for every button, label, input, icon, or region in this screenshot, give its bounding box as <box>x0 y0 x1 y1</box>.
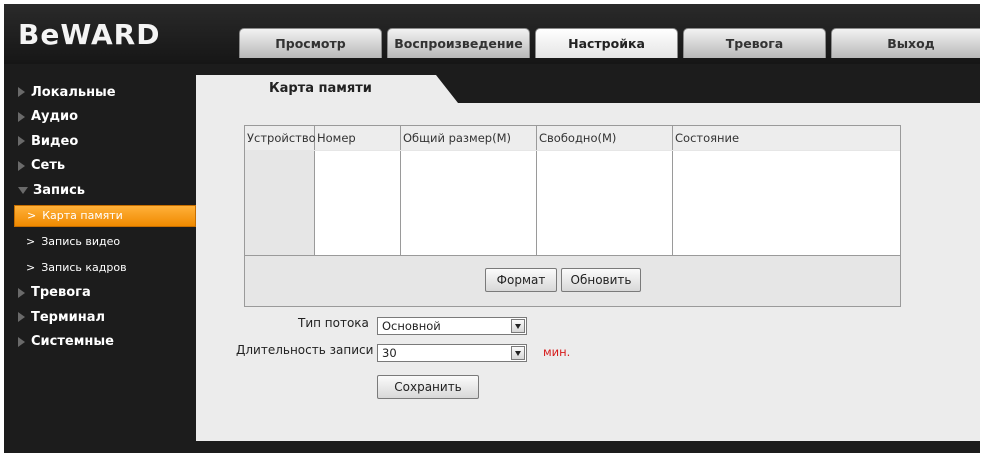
dropdown-arrow-icon[interactable] <box>511 319 525 333</box>
beward-logo: BeWARD <box>18 18 161 51</box>
table-header-row: Устройство Номер Общий размер(M) Свободн… <box>245 126 900 150</box>
sidebar-item-label: Терминал <box>31 309 106 325</box>
sidebar-subitem-label: Запись видео <box>41 235 121 248</box>
sidebar-subitem-label: Карта памяти <box>42 209 123 222</box>
table-cell-device <box>245 151 315 255</box>
chevron-right-icon: > <box>27 209 37 222</box>
sidebar: Локальные Аудио Видео Сеть Запись > Карт… <box>4 72 196 453</box>
record-duration-value: 30 <box>382 346 397 360</box>
sidebar-item-local[interactable]: Локальные <box>4 80 196 105</box>
table-cell-free <box>537 151 673 255</box>
stream-type-label: Тип потока <box>298 316 369 330</box>
chevron-right-icon: > <box>26 235 36 248</box>
column-header-total-size: Общий размер(M) <box>401 126 537 150</box>
sidebar-item-audio[interactable]: Аудио <box>4 105 196 130</box>
page-title-tab: Карта памяти <box>196 75 458 103</box>
table-body <box>245 151 900 256</box>
chevron-right-icon: > <box>26 261 36 274</box>
sidebar-item-alarm[interactable]: Тревога <box>4 281 196 306</box>
sidebar-item-label: Запись <box>33 182 86 198</box>
collapsed-arrow-icon <box>18 287 25 298</box>
stream-type-value: Основной <box>382 319 441 333</box>
column-header-number: Номер <box>315 126 401 150</box>
page-title: Карта памяти <box>269 81 372 96</box>
dropdown-arrow-icon[interactable] <box>511 346 525 360</box>
format-button[interactable]: Формат <box>485 268 557 292</box>
collapsed-arrow-icon <box>18 87 25 98</box>
record-duration-label: Длительность записи <box>236 343 374 357</box>
refresh-button[interactable]: Обновить <box>561 268 641 292</box>
table-cell-status <box>673 151 900 255</box>
sidebar-subitem-video-record[interactable]: > Запись видео <box>4 229 196 255</box>
collapsed-arrow-icon <box>18 111 25 122</box>
header: BeWARD Просмотр Воспроизведение Настройк… <box>4 4 980 64</box>
memory-card-table: Устройство Номер Общий размер(M) Свободн… <box>244 125 901 307</box>
tab-settings[interactable]: Настройка <box>535 28 678 58</box>
table-cell-number <box>315 151 401 255</box>
sidebar-item-system[interactable]: Системные <box>4 330 196 355</box>
column-header-free: Свободно(M) <box>537 126 673 150</box>
tab-playback[interactable]: Воспроизведение <box>387 28 530 58</box>
sidebar-item-network[interactable]: Сеть <box>4 154 196 179</box>
sidebar-item-label: Видео <box>31 133 79 149</box>
sidebar-subitem-memory-card[interactable]: > Карта памяти <box>14 204 196 227</box>
collapsed-arrow-icon <box>18 160 25 171</box>
record-duration-select[interactable]: 30 <box>377 344 527 362</box>
table-cell-total-size <box>401 151 537 255</box>
sidebar-item-label: Локальные <box>31 84 116 100</box>
sidebar-item-label: Системные <box>31 334 114 350</box>
sidebar-item-terminal[interactable]: Терминал <box>4 305 196 330</box>
sidebar-item-label: Тревога <box>31 285 91 301</box>
sidebar-item-video[interactable]: Видео <box>4 129 196 154</box>
collapsed-arrow-icon <box>18 312 25 323</box>
column-header-device: Устройство <box>245 126 316 150</box>
sidebar-item-record[interactable]: Запись <box>4 178 196 203</box>
column-header-status: Состояние <box>673 126 900 150</box>
footer-strip <box>4 441 980 453</box>
content-area: Карта памяти Устройство Номер Общий разм… <box>196 75 980 453</box>
save-button[interactable]: Сохранить <box>377 375 479 399</box>
app-window: BeWARD Просмотр Воспроизведение Настройк… <box>4 4 980 453</box>
sidebar-item-label: Аудио <box>31 109 79 125</box>
expanded-arrow-icon <box>18 186 28 194</box>
sidebar-subitem-frame-record[interactable]: > Запись кадров <box>4 255 196 281</box>
record-duration-unit: мин. <box>543 345 571 359</box>
collapsed-arrow-icon <box>18 136 25 147</box>
collapsed-arrow-icon <box>18 336 25 347</box>
tab-alarm[interactable]: Тревога <box>683 28 826 58</box>
top-tabs: Просмотр Воспроизведение Настройка Трево… <box>239 28 980 58</box>
tab-view[interactable]: Просмотр <box>239 28 382 58</box>
sidebar-nav: Локальные Аудио Видео Сеть Запись > Карт… <box>4 72 196 354</box>
stream-type-select[interactable]: Основной <box>377 317 527 335</box>
content-header-strip <box>436 75 980 103</box>
sidebar-item-label: Сеть <box>31 158 66 174</box>
sidebar-subitem-label: Запись кадров <box>41 261 127 274</box>
tab-logout[interactable]: Выход <box>831 28 980 58</box>
